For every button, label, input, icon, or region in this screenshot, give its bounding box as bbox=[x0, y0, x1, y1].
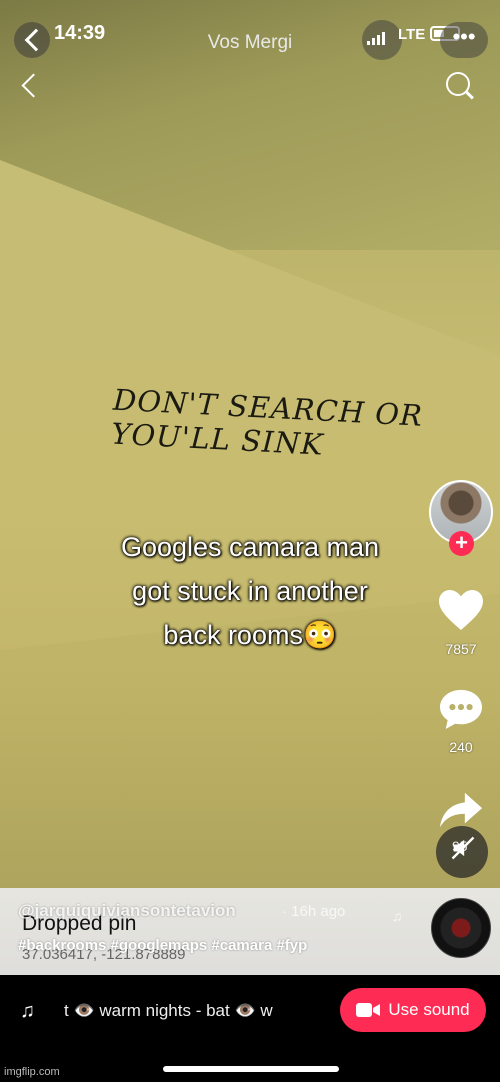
like-count: 7857 bbox=[445, 641, 477, 657]
watermark: imgflip.com bbox=[4, 1066, 60, 1078]
caption-line: back rooms😳 bbox=[163, 620, 337, 650]
use-sound-label: Use sound bbox=[388, 1000, 470, 1019]
home-indicator bbox=[163, 1066, 339, 1072]
comment-count: 240 bbox=[449, 739, 473, 755]
search-icon[interactable] bbox=[444, 70, 476, 102]
music-ticker[interactable]: t 👁️ warm nights - bat 👁️ w bbox=[64, 1001, 324, 1021]
signal-icon bbox=[367, 32, 385, 45]
posted-time: · 16h ago bbox=[282, 903, 346, 920]
sound-disc[interactable] bbox=[431, 898, 491, 958]
creator-username[interactable]: @jarquiquiviansontetavion bbox=[18, 901, 236, 921]
comment-icon bbox=[440, 689, 482, 730]
mute-icon bbox=[451, 836, 475, 860]
video-caption: Googles camara man got stuck in another … bbox=[70, 525, 430, 657]
share-arrow-icon bbox=[439, 792, 483, 828]
carrier-label: LTE bbox=[398, 26, 426, 43]
like-button[interactable]: 7857 bbox=[425, 588, 497, 657]
wall bbox=[0, 160, 500, 650]
video-camera-icon bbox=[356, 1003, 381, 1017]
caption-line: Googles camara man bbox=[120, 532, 380, 562]
caption-line: got stuck in another bbox=[132, 576, 368, 606]
music-note-icon: ♫ bbox=[20, 1000, 35, 1022]
follow-button[interactable]: + bbox=[449, 531, 474, 556]
floating-note-icon: ♫ bbox=[392, 908, 403, 924]
more-button[interactable]: ••• bbox=[440, 22, 488, 58]
comment-button[interactable]: 240 bbox=[425, 688, 497, 755]
back-icon[interactable] bbox=[18, 74, 40, 96]
use-sound-button[interactable]: Use sound bbox=[340, 988, 486, 1032]
status-bar: 14:39 Vos Mergi LTE ••• bbox=[0, 0, 500, 64]
hashtags[interactable]: #backrooms #googlemaps #camara #fyp bbox=[18, 937, 307, 954]
heart-icon bbox=[439, 590, 483, 630]
